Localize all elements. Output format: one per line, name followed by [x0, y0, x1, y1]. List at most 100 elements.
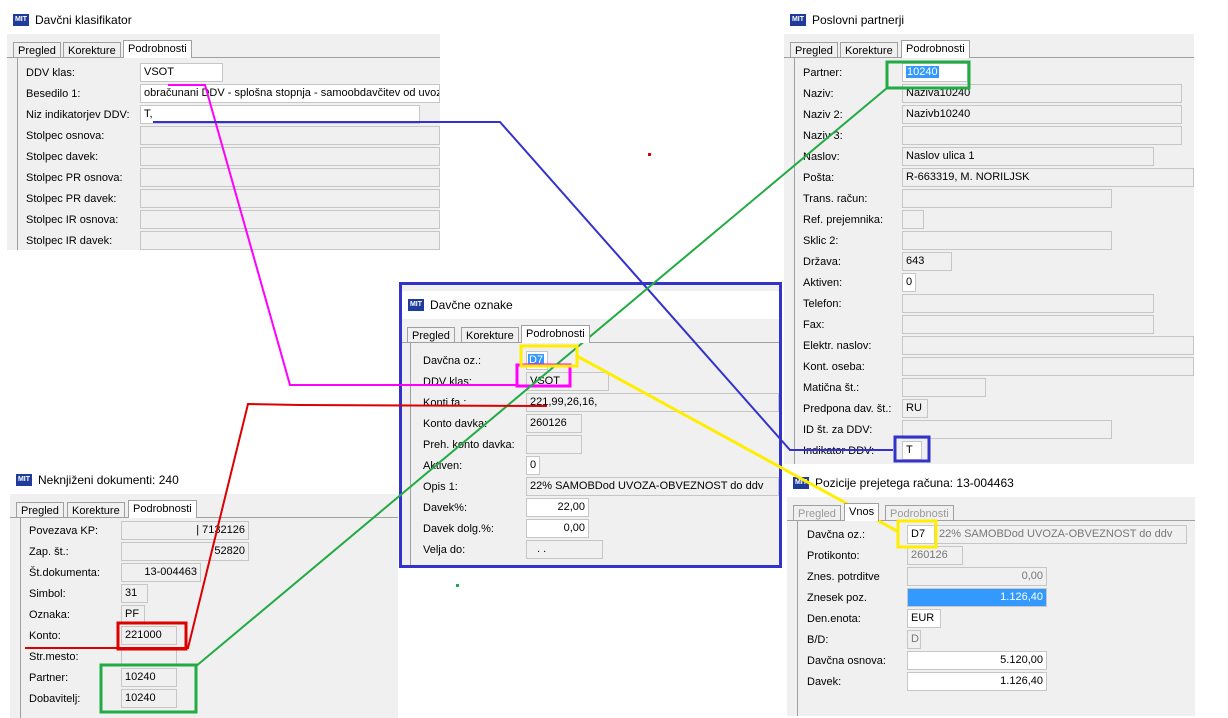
aktiven-field[interactable]: 0: [902, 273, 916, 292]
indikator-ddv-field[interactable]: T: [902, 441, 922, 460]
znesek-poz-field[interactable]: 1.126,40: [907, 588, 1047, 607]
trans-racun-field[interactable]: [902, 189, 1112, 208]
tab-korekture[interactable]: Korekture: [840, 42, 898, 57]
tab-pregled[interactable]: Pregled: [16, 502, 64, 517]
kont-oseba-field[interactable]: [902, 357, 1194, 376]
tab-podrobnosti[interactable]: Podrobnosti: [885, 505, 954, 520]
titlebar[interactable]: MIT Neknjiženi dokumenti: 240: [10, 466, 398, 494]
label-konto: Konto:: [29, 630, 61, 642]
label-fax: Fax:: [803, 319, 825, 331]
label-velja-do: Velja do:: [423, 544, 466, 556]
naziv-2-field[interactable]: Nazivb10240: [902, 105, 1182, 124]
simbol-field[interactable]: 31: [121, 584, 148, 603]
partner-field[interactable]: 10240: [902, 63, 968, 82]
stolpec-ir-osnova-field[interactable]: [140, 210, 440, 229]
str-mesto-field[interactable]: [121, 647, 177, 666]
konti-fa-field[interactable]: 221,99,26,16,: [526, 393, 779, 412]
st-dokumenta-field[interactable]: 13-004463: [121, 563, 201, 582]
partner-field[interactable]: 10240: [121, 668, 177, 687]
naslov-field[interactable]: Naslov ulica 1: [902, 147, 1154, 166]
label-znesek-poz: Znesek poz.: [807, 592, 867, 604]
zap-st-field[interactable]: 52820: [121, 542, 249, 561]
davek-pct-field[interactable]: 22,00: [526, 498, 589, 517]
konto-field[interactable]: 221000: [121, 626, 177, 645]
ref-prejemnika-field[interactable]: [902, 210, 924, 229]
davek-field[interactable]: 1.126,40: [907, 672, 1047, 691]
tab-podrobnosti[interactable]: Podrobnosti: [128, 500, 197, 518]
velja-do-field[interactable]: . .: [526, 540, 603, 559]
ddv-klas-field[interactable]: VSOT: [140, 63, 223, 82]
label-partner: Partner:: [29, 672, 69, 684]
label-niz-indikatorjev: Niz indikatorjev DDV:: [26, 109, 130, 121]
oznaka-field[interactable]: PF: [121, 605, 145, 624]
povezava-kp-field[interactable]: | 7132126: [121, 521, 249, 540]
tab-korekture[interactable]: Korekture: [63, 42, 121, 57]
tab-pregled[interactable]: Pregled: [790, 42, 838, 57]
tab-pregled[interactable]: Pregled: [407, 327, 455, 342]
dobavitelj-field[interactable]: 10240: [121, 689, 177, 708]
tab-podrobnosti[interactable]: Podrobnosti: [521, 325, 590, 343]
niz-indikatorjev-field[interactable]: T,: [140, 105, 420, 124]
green-dot: [456, 584, 459, 587]
ddv-klas-field[interactable]: VSOT: [526, 372, 609, 391]
tab-podrobnosti[interactable]: Podrobnosti: [901, 40, 970, 58]
drzava-field[interactable]: 643: [902, 252, 952, 271]
tab-podrobnosti[interactable]: Podrobnosti: [123, 40, 192, 58]
titlebar[interactable]: MIT Davčne oznake: [402, 291, 779, 319]
app-logo-icon: MIT: [13, 14, 29, 26]
label-dobavitelj: Dobavitelj:: [29, 693, 81, 705]
opis-1-field[interactable]: 22% SAMOBDod UVOZA-OBVEZNOST do ddv: [526, 477, 779, 496]
tab-korekture[interactable]: Korekture: [461, 327, 519, 342]
davcna-osnova-field[interactable]: 5.120,00: [907, 651, 1047, 670]
elektr-naslov-field[interactable]: [902, 336, 1194, 355]
label-ddv-klas: DDV klas:: [423, 376, 472, 388]
tab-vnos[interactable]: Vnos: [844, 503, 880, 521]
naziv-3-field[interactable]: [902, 126, 1182, 145]
tab-pregled[interactable]: Pregled: [13, 42, 61, 57]
titlebar[interactable]: MIT Poslovni partnerji: [784, 6, 1194, 34]
posta-field[interactable]: R-663319, M. NORILJSK: [902, 168, 1194, 187]
protikonto-field[interactable]: 260126: [907, 546, 963, 565]
label-naziv-3: Naziv 3:: [803, 130, 843, 142]
panel-divider: [794, 58, 795, 464]
sklic-2-field[interactable]: [902, 231, 1112, 250]
preh-konto-davka-field[interactable]: [526, 435, 582, 454]
znes-potrditve-field[interactable]: 0,00: [907, 567, 1047, 586]
aktiven-field[interactable]: 0: [526, 456, 540, 475]
label-besedilo-1: Besedilo 1:: [26, 88, 81, 100]
davcna-oz-field[interactable]: D7: [526, 351, 548, 370]
stolpec-pr-osnova-field[interactable]: [140, 168, 440, 187]
label-ddv-klas: DDV klas:: [26, 67, 75, 79]
titlebar[interactable]: MIT Davčni klasifikator: [7, 6, 440, 34]
tab-korekture[interactable]: Korekture: [67, 502, 125, 517]
label-zap-st: Zap. št.:: [29, 546, 69, 558]
label-konti-fa: Konti fa.:: [423, 397, 467, 409]
davek-dolg-pct-field[interactable]: 0,00: [526, 519, 589, 538]
panel-divider: [20, 518, 21, 718]
den-enota-field[interactable]: EUR: [907, 609, 941, 628]
besedilo-1-field[interactable]: obračunani DDV - splošna stopnja - samoo…: [140, 84, 440, 103]
b-d-field[interactable]: D: [907, 630, 921, 649]
titlebar[interactable]: MIT Pozicije prejetega računa: 13-004463: [787, 469, 1195, 497]
maticna-st-field[interactable]: [902, 378, 986, 397]
label-davcna-oz: Davčna oz.:: [423, 355, 482, 367]
fax-field[interactable]: [902, 315, 1154, 334]
window-davcne-oznake: MIT Davčne oznake Pregled Korekture Podr…: [399, 282, 782, 568]
id-st-za-ddv-field[interactable]: [902, 420, 1112, 439]
tab-strip: Pregled Korekture Podrobnosti: [7, 34, 440, 58]
telefon-field[interactable]: [902, 294, 1154, 313]
label-den-enota: Den.enota:: [807, 613, 861, 625]
stolpec-pr-davek-field[interactable]: [140, 189, 440, 208]
predpona-dav-st-field[interactable]: RU: [902, 399, 928, 418]
label-naslov: Naslov:: [803, 151, 840, 163]
naziv-field[interactable]: Naziva10240: [902, 84, 1182, 103]
app-logo-icon: MIT: [16, 474, 32, 486]
label-oznaka: Oznaka:: [29, 609, 70, 621]
window-davcni-klasifikator: MIT Davčni klasifikator Pregled Korektur…: [7, 6, 440, 250]
tab-pregled[interactable]: Pregled: [793, 505, 841, 520]
konto-davka-field[interactable]: 260126: [526, 414, 582, 433]
stolpec-ir-davek-field[interactable]: [140, 231, 440, 250]
davcna-oz-field[interactable]: D7: [907, 525, 935, 544]
stolpec-osnova-field[interactable]: [140, 126, 440, 145]
stolpec-davek-field[interactable]: [140, 147, 440, 166]
